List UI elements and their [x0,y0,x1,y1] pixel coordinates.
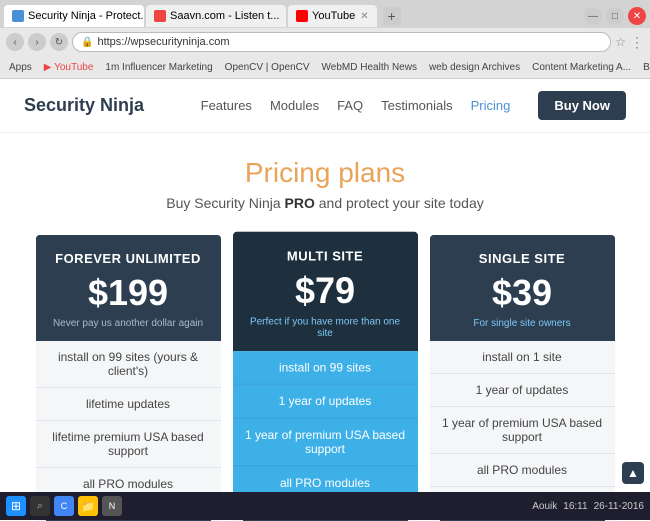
back-btn[interactable]: ‹ [6,33,24,51]
bookmark-barker[interactable]: BARKER | A New Yor... [640,61,650,74]
lock-icon: 🔒 [81,37,93,48]
url-bar[interactable]: 🔒 https://wpsecurityninja.com [72,32,611,52]
card-single-site: SINGLE SITE $39 For single site owners i… [430,235,615,521]
card-3-feature-1: install on 1 site [430,341,615,374]
forward-btn[interactable]: › [28,33,46,51]
bookmark-webmd[interactable]: WebMD Health News [319,61,420,74]
card-1-tagline: Never pay us another dollar again [48,318,209,329]
pricing-title: Pricing plans [20,157,630,189]
close-btn[interactable]: ✕ [628,7,646,25]
maximize-btn[interactable]: □ [606,7,624,25]
tab-saavn[interactable]: Saavn.com - Listen t... ✕ [146,5,286,27]
card-2-tagline: Perfect if you have more than one site [245,316,406,338]
card-2-feature-3: 1 year of premium USA based support [233,418,418,466]
tab-security-ninja[interactable]: Security Ninja - Protect... ✕ [4,5,144,27]
tab-favicon-3 [296,10,308,22]
bookmarks-bar: Apps ▶ YouTube 1m Influencer Marketing O… [0,56,650,78]
tab-favicon-2 [154,10,166,22]
scroll-top-button[interactable]: ▲ [622,462,644,484]
tab-favicon-1 [12,10,24,22]
card-3-title: SINGLE SITE [442,251,603,266]
card-1-feature-1: install on 99 sites (yours & client's) [36,341,221,388]
bookmark-star[interactable]: ☆ [615,35,626,49]
card-1-title: FOREVER UNLIMITED [48,251,209,266]
nav-pricing[interactable]: Pricing [471,98,511,113]
card-3-header: SINGLE SITE $39 For single site owners [430,235,615,341]
card-2-title: MULTI SITE [245,248,406,263]
taskbar-time: 16:11 [563,501,587,512]
nav-links: Features Modules FAQ Testimonials Pricin… [201,91,626,120]
pricing-cards: FOREVER UNLIMITED $199 Never pay us anot… [20,235,630,521]
buy-now-button[interactable]: Buy Now [538,91,626,120]
card-2-price: $79 [245,270,406,313]
card-1-feature-3: lifetime premium USA based support [36,421,221,468]
card-2-feature-1: install on 99 sites [233,351,418,385]
start-btn[interactable]: ⊞ [6,496,26,516]
card-2-header: MULTI SITE $79 Perfect if you have more … [233,232,418,351]
browser-chrome: Security Ninja - Protect... ✕ Saavn.com … [0,0,650,79]
pricing-section: Pricing plans Buy Security Ninja PRO and… [0,133,650,521]
taskbar-right: Aouik 16:11 26-11-2016 [532,501,644,512]
nav-testimonials[interactable]: Testimonials [381,98,453,113]
card-3-feature-2: 1 year of updates [430,374,615,407]
tab-youtube[interactable]: YouTube ✕ [288,5,377,27]
taskbar-date: 26-11-2016 [594,501,644,512]
nav-faq[interactable]: FAQ [337,98,363,113]
taskbar-chrome[interactable]: C [54,496,74,516]
nav-modules[interactable]: Modules [270,98,319,113]
card-3-tagline: For single site owners [442,318,603,329]
address-bar: ‹ › ↻ 🔒 https://wpsecurityninja.com ☆ ⋮ [0,28,650,56]
site-nav: Security Ninja Features Modules FAQ Test… [0,79,650,133]
card-1-header: FOREVER UNLIMITED $199 Never pay us anot… [36,235,221,341]
search-taskbar-btn[interactable]: ⌕ [30,496,50,516]
tab-close-3[interactable]: ✕ [360,11,368,22]
bookmark-youtube[interactable]: ▶ YouTube [41,61,97,74]
minimize-btn[interactable]: — [584,7,602,25]
taskbar: ⊞ ⌕ C 📁 N Aouik 16:11 26-11-2016 [0,492,650,520]
site-logo: Security Ninja [24,95,201,116]
taskbar-notepad[interactable]: N [102,496,122,516]
refresh-btn[interactable]: ↻ [50,33,68,51]
nav-features[interactable]: Features [201,98,252,113]
bookmark-influencer[interactable]: 1m Influencer Marketing [102,61,215,74]
extensions-btn[interactable]: ⋮ [630,34,644,51]
card-3-feature-4: all PRO modules [430,454,615,487]
card-forever-unlimited: FOREVER UNLIMITED $199 Never pay us anot… [36,235,221,521]
tab-close-2[interactable]: ✕ [284,11,286,22]
card-3-price: $39 [442,272,603,314]
page-content: Security Ninja Features Modules FAQ Test… [0,79,650,521]
new-tab-btn[interactable]: + [383,7,401,25]
bookmark-apps[interactable]: Apps [6,61,35,74]
pricing-subtitle: Buy Security Ninja PRO and protect your … [20,195,630,211]
bookmark-content[interactable]: Content Marketing A... [529,61,634,74]
taskbar-user: Aouik [532,501,557,512]
bookmark-opencv[interactable]: OpenCV | OpenCV [222,61,313,74]
card-3-feature-3: 1 year of premium USA based support [430,407,615,454]
bookmark-webdesign[interactable]: web design Archives [426,61,523,74]
taskbar-files[interactable]: 📁 [78,496,98,516]
card-1-price: $199 [48,272,209,314]
tab-bar: Security Ninja - Protect... ✕ Saavn.com … [0,0,650,28]
card-1-feature-2: lifetime updates [36,388,221,421]
card-2-feature-2: 1 year of updates [233,385,418,419]
card-multi-site: MULTI SITE $79 Perfect if you have more … [233,232,418,521]
